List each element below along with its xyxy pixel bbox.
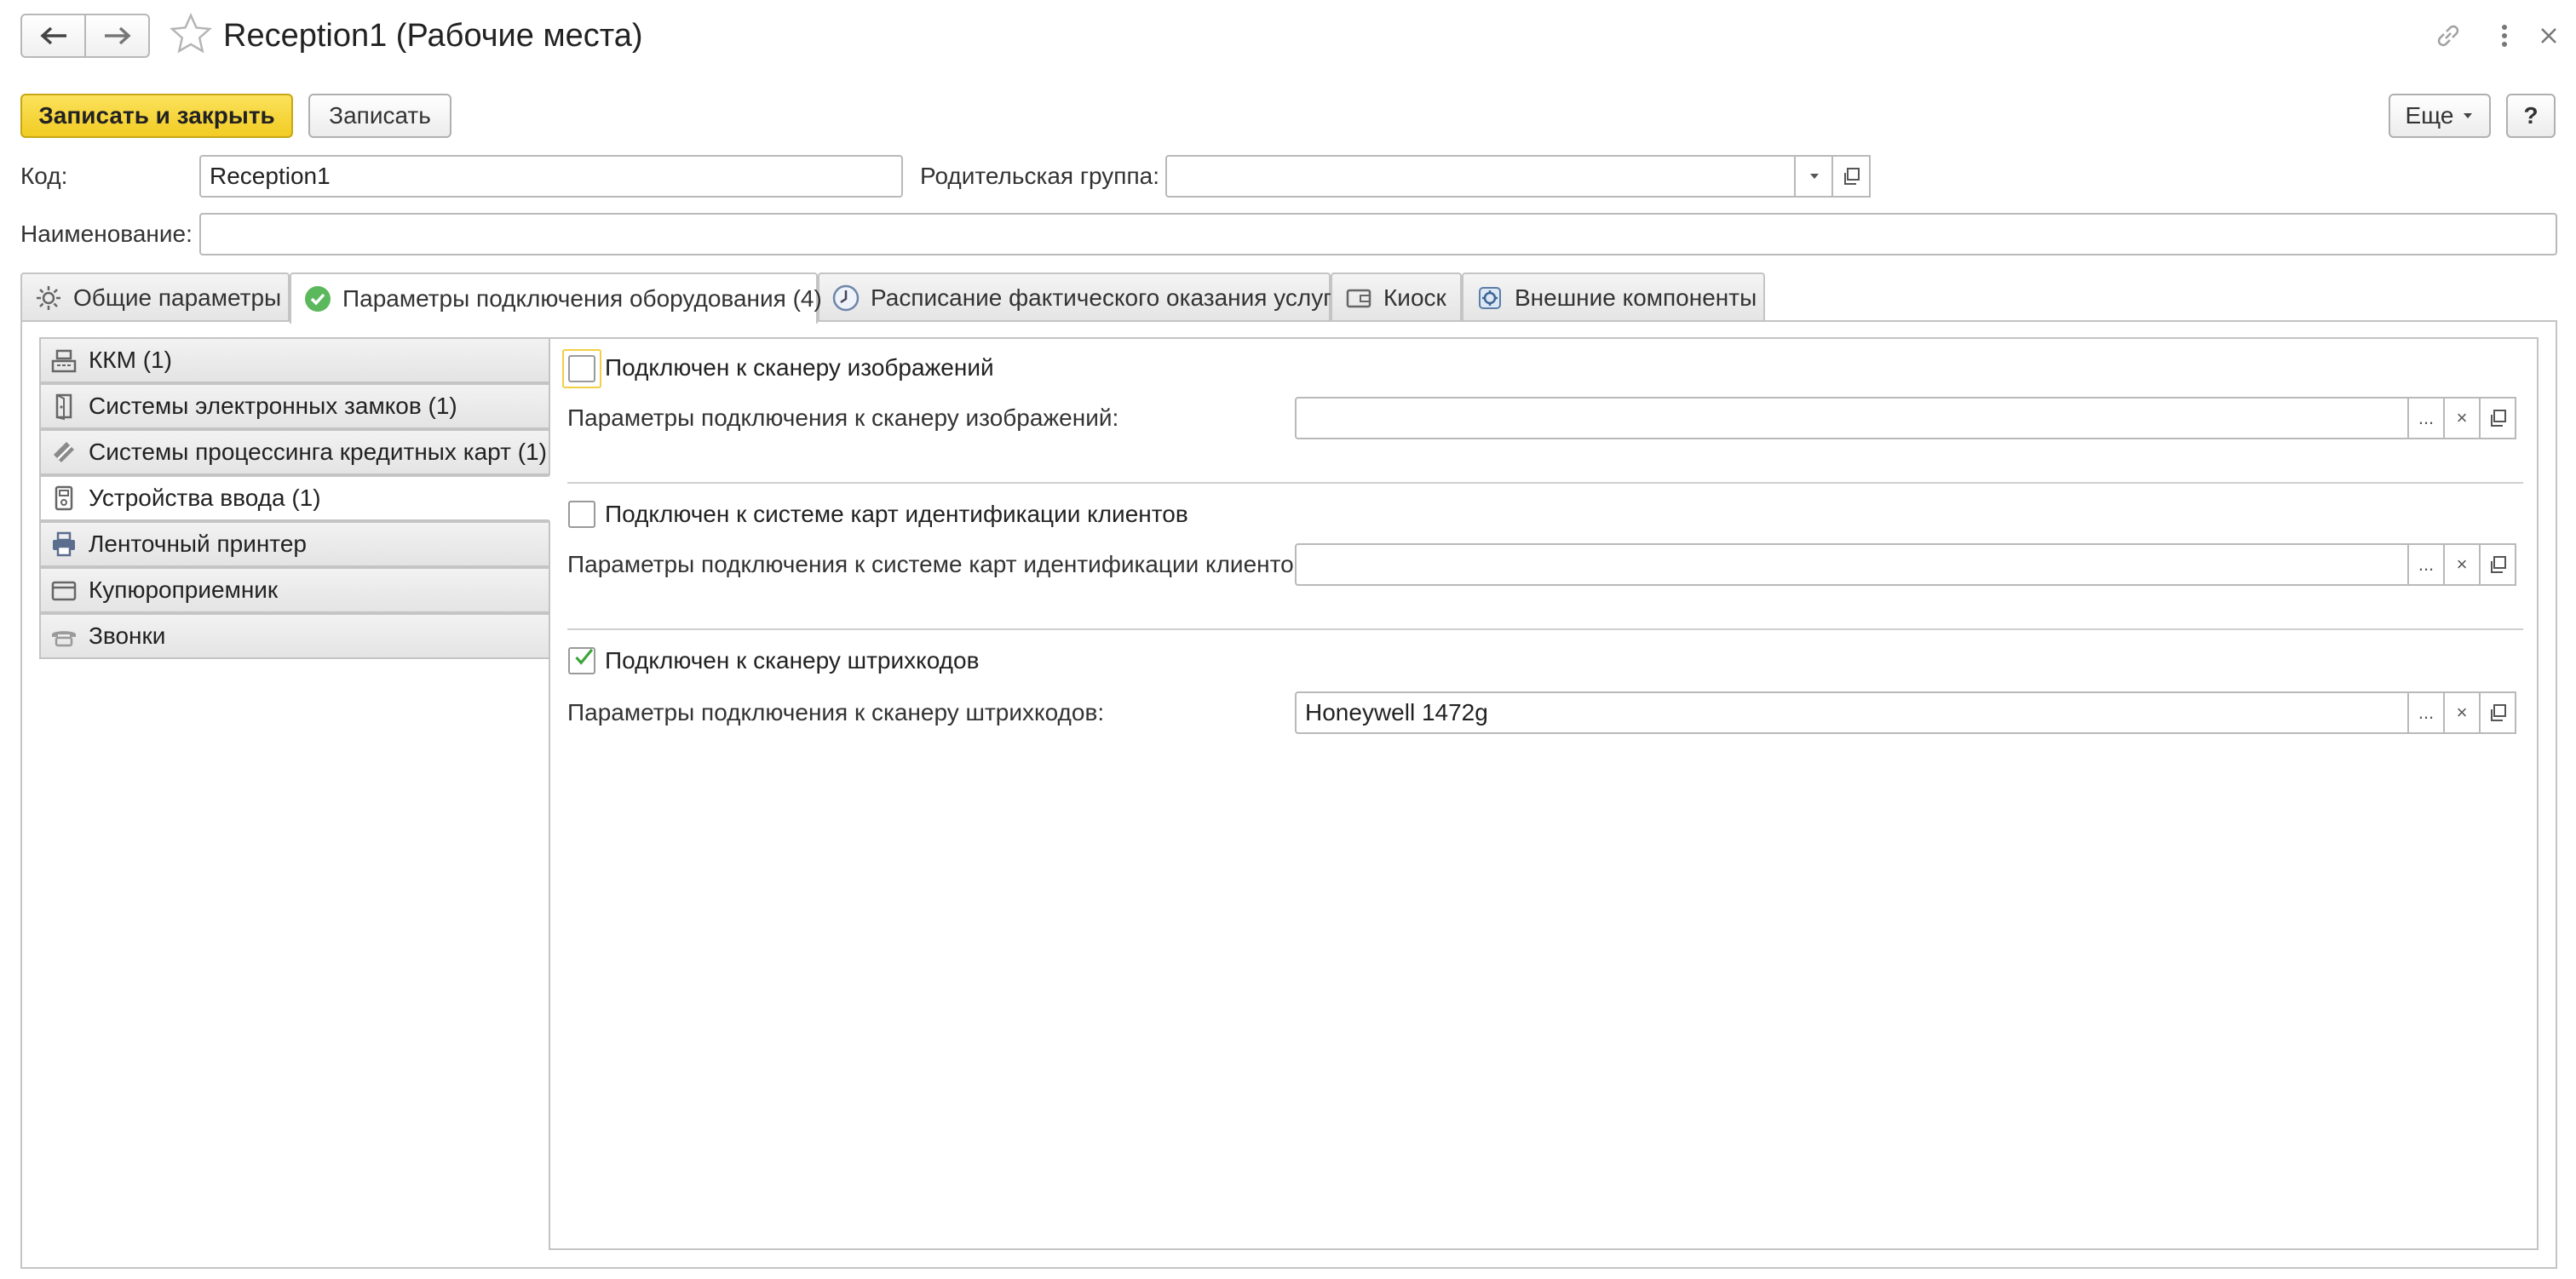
sidebar-item-electronic-locks[interactable]: Системы электронных замков (1) (39, 383, 550, 429)
sidebar-item-bill-acceptor[interactable]: Купюроприемник (39, 567, 550, 613)
client-id-cards-open-button[interactable] (2479, 543, 2516, 586)
image-scanner-clear-button[interactable]: × (2443, 397, 2481, 439)
client-id-cards-params-label: Параметры подключения к системе карт иде… (567, 551, 1314, 577)
tab-external-components[interactable]: Внешние компоненты (1462, 272, 1765, 322)
door-icon (49, 392, 78, 421)
client-id-cards-clear-button[interactable]: × (2443, 543, 2481, 586)
input-devices-panel (549, 337, 2539, 1250)
parent-group-input[interactable] (1165, 155, 1797, 198)
barcode-scanner-params-input[interactable]: Honeywell 1472g (1295, 691, 2411, 734)
open-window-icon (2491, 704, 2506, 721)
barcode-scanner-select-button[interactable]: ... (2407, 691, 2445, 734)
close-window-button[interactable] (2530, 17, 2567, 54)
caret-down-icon (2464, 113, 2473, 118)
more-vertical-icon (2502, 25, 2507, 47)
link-icon (2437, 25, 2459, 47)
image-scanner-checkbox[interactable] (568, 355, 595, 382)
wallet-icon (1344, 284, 1373, 313)
image-scanner-params-input[interactable] (1295, 397, 2411, 439)
more-actions-button[interactable] (2486, 17, 2523, 54)
forward-button[interactable] (84, 15, 148, 56)
cash-register-icon (49, 346, 78, 375)
clock-icon (831, 284, 860, 313)
sidebar-item-calls[interactable]: Звонки (39, 613, 550, 659)
sidebar-item-kkm[interactable]: ККМ (1) (39, 337, 550, 383)
tab-kiosk[interactable]: Киоск (1331, 272, 1462, 322)
checkmark-icon (575, 648, 594, 665)
barcode-scanner-params-label: Параметры подключения к сканеру штрихкод… (567, 699, 1105, 726)
tab-label: Параметры подключения оборудования (4) (342, 285, 822, 312)
image-scanner-select-button[interactable]: ... (2407, 397, 2445, 439)
arrow-left-icon (39, 26, 66, 45)
client-id-cards-checkbox[interactable] (568, 501, 595, 528)
credit-card-icon (49, 438, 78, 467)
arrow-right-icon (104, 26, 131, 45)
sidebar-item-label: Ленточный принтер (89, 531, 307, 557)
sidebar-item-label: ККМ (1) (89, 347, 172, 373)
parent-group-dropdown-button[interactable] (1794, 155, 1835, 198)
parent-group-open-button[interactable] (1831, 155, 1871, 198)
close-icon (2541, 28, 2556, 43)
favorite-button[interactable] (169, 12, 213, 56)
help-button[interactable]: ? (2506, 94, 2556, 138)
image-scanner-params-label: Параметры подключения к сканеру изображе… (567, 404, 1119, 431)
caret-down-icon (1810, 174, 1819, 179)
sidebar-item-label: Системы электронных замков (1) (89, 393, 457, 419)
back-button[interactable] (22, 15, 84, 56)
tab-service-schedule[interactable]: Расписание фактического оказания услуг (818, 272, 1331, 322)
sidebar-item-label: Системы процессинга кредитных карт (1) (89, 439, 547, 465)
name-input[interactable] (199, 213, 2557, 255)
barcode-scanner-checkbox[interactable] (568, 647, 595, 674)
sidebar-item-credit-card-processing[interactable]: Системы процессинга кредитных карт (1) (39, 429, 550, 475)
bill-acceptor-icon (49, 576, 78, 605)
separator (567, 482, 2523, 484)
code-input[interactable]: Reception1 (199, 155, 903, 198)
image-scanner-open-button[interactable] (2479, 397, 2516, 439)
client-id-cards-select-button[interactable]: ... (2407, 543, 2445, 586)
barcode-scanner-checkbox-label: Подключен к сканеру штрихкодов (605, 647, 980, 674)
parent-group-label: Родительская группа: (920, 163, 1159, 189)
save-and-close-button[interactable]: Записать и закрыть (20, 94, 293, 138)
printer-icon (49, 530, 78, 559)
image-scanner-checkbox-label: Подключен к сканеру изображений (605, 354, 994, 381)
open-window-icon (2491, 410, 2506, 427)
name-label: Наименование: (20, 221, 193, 247)
link-button[interactable] (2429, 17, 2467, 54)
sidebar-item-tape-printer[interactable]: Ленточный принтер (39, 521, 550, 567)
tab-label: Общие параметры (73, 284, 282, 311)
window-title: Reception1 (Рабочие места) (223, 18, 643, 54)
client-id-cards-params-input[interactable] (1295, 543, 2411, 586)
gear-icon (34, 284, 63, 313)
tab-label: Киоск (1383, 284, 1446, 311)
separator (567, 628, 2523, 630)
tab-label: Внешние компоненты (1515, 284, 1757, 311)
open-window-icon (2491, 556, 2506, 573)
check-circle-icon (303, 284, 332, 313)
more-menu-button[interactable]: Еще (2389, 94, 2491, 138)
navigation-buttons (20, 14, 150, 58)
phone-icon (49, 622, 78, 651)
save-button[interactable]: Записать (308, 94, 451, 138)
tab-label: Расписание фактического оказания услуг (871, 284, 1332, 311)
client-id-cards-checkbox-label: Подключен к системе карт идентификации к… (605, 501, 1188, 527)
sidebar-item-input-devices[interactable]: Устройства ввода (1) (39, 475, 550, 521)
sidebar-item-label: Звонки (89, 622, 166, 649)
components-icon (1475, 284, 1504, 313)
sidebar-item-label: Устройства ввода (1) (89, 485, 321, 511)
star-icon (170, 12, 212, 54)
barcode-scanner-clear-button[interactable]: × (2443, 691, 2481, 734)
sidebar-item-label: Купюроприемник (89, 576, 279, 603)
tab-equipment-connection[interactable]: Параметры подключения оборудования (4) (290, 272, 822, 324)
open-window-icon (1844, 168, 1860, 185)
more-menu-label: Еще (2405, 102, 2454, 129)
tab-general-settings[interactable]: Общие параметры (20, 272, 290, 322)
barcode-scanner-open-button[interactable] (2479, 691, 2516, 734)
input-device-icon (49, 484, 78, 513)
code-label: Код: (20, 163, 68, 189)
